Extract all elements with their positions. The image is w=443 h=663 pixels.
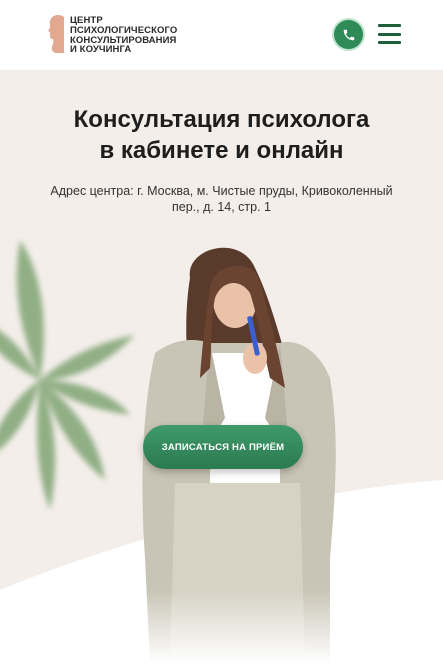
page-title: Консультация психолога в кабинете и онла… xyxy=(0,104,443,166)
menu-bar xyxy=(378,41,401,44)
menu-bar xyxy=(378,32,401,36)
logo-text: ЦЕНТР ПСИХОЛОГИЧЕСКОГО КОНСУЛЬТИРОВАНИЯ … xyxy=(70,14,177,55)
bottom-fade xyxy=(0,590,443,663)
page: ЦЕНТР ПСИХОЛОГИЧЕСКОГО КОНСУЛЬТИРОВАНИЯ … xyxy=(0,0,443,663)
center-address: Адрес центра: г. Москва, м. Чистые пруды… xyxy=(50,184,393,214)
phone-icon xyxy=(343,29,354,40)
phone-button[interactable] xyxy=(334,20,363,49)
logo-head-icon xyxy=(48,15,64,53)
hero-section: Консультация психолога в кабинете и онла… xyxy=(0,70,443,663)
palm-leaf-image xyxy=(0,240,135,510)
title-line: в кабинете и онлайн xyxy=(99,137,344,164)
menu-bar xyxy=(378,24,401,27)
hamburger-menu-button[interactable] xyxy=(378,24,401,44)
book-appointment-button[interactable]: ЗАПИСАТЬСЯ НА ПРИЁМ xyxy=(143,425,303,469)
title-line: Консультация психолога xyxy=(73,106,370,133)
logo[interactable]: ЦЕНТР ПСИХОЛОГИЧЕСКОГО КОНСУЛЬТИРОВАНИЯ … xyxy=(44,14,177,55)
site-header: ЦЕНТР ПСИХОЛОГИЧЕСКОГО КОНСУЛЬТИРОВАНИЯ … xyxy=(0,0,443,70)
logo-line: И КОУЧИНГА xyxy=(70,44,132,56)
